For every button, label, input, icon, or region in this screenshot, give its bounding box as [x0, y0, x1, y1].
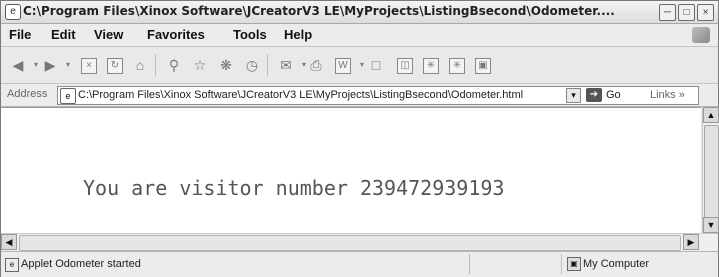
scroll-down-icon[interactable]: ▼: [703, 217, 719, 233]
home-icon[interactable]: ⌂: [131, 56, 149, 74]
minimize-button[interactable]: ─: [659, 4, 676, 21]
page-icon: e: [60, 88, 76, 104]
security-zone: My Computer: [583, 258, 650, 270]
odometer-applet-text: You are visitor number 239472939193: [83, 176, 505, 200]
toolbar: ◀ ▾ ▶ ▾ × ↻ ⌂ ⚲ ☆ ❋ ◷ ✉ ▾ ⎙ W ▾ □ ◫ ✳ ✳ …: [1, 47, 718, 84]
favorites-icon[interactable]: ☆: [191, 56, 209, 74]
edit-icon[interactable]: W: [335, 58, 351, 74]
status-divider: [561, 254, 562, 274]
go-label: Go: [606, 89, 621, 101]
status-text: Applet Odometer started: [21, 258, 141, 270]
mail-icon[interactable]: ✉: [277, 56, 295, 74]
research-icon[interactable]: ✳: [423, 58, 439, 74]
close-button[interactable]: ×: [697, 4, 714, 21]
scroll-right-icon[interactable]: ▶: [683, 234, 699, 250]
print-icon[interactable]: ⎙: [307, 56, 325, 74]
toolbar-separator: [155, 54, 156, 76]
menu-file[interactable]: File: [9, 27, 31, 42]
status-page-icon: e: [5, 258, 19, 272]
refresh-icon[interactable]: ↻: [107, 58, 123, 74]
messenger-icon[interactable]: ◫: [397, 58, 413, 74]
menu-view[interactable]: View: [94, 27, 123, 42]
discuss-icon[interactable]: □: [367, 56, 385, 74]
toolbar-separator: [267, 54, 268, 76]
menu-bar: File Edit View Favorites Tools Help: [1, 24, 718, 47]
go-arrow-icon: ➔: [586, 88, 602, 102]
menu-favorites[interactable]: Favorites: [147, 27, 205, 42]
media-icon[interactable]: ❋: [217, 56, 235, 74]
address-bar: Address e C:\Program Files\Xinox Softwar…: [1, 84, 718, 107]
vertical-scrollbar[interactable]: ▲ ▼: [702, 107, 719, 233]
links-label: Links: [650, 89, 676, 101]
status-divider: [469, 254, 470, 274]
page-content: You are visitor number 239472939193: [1, 107, 701, 234]
back-icon[interactable]: ◀: [9, 56, 27, 74]
computer-zone-icon: ▣: [567, 257, 581, 271]
menu-help[interactable]: Help: [284, 27, 312, 42]
address-url[interactable]: C:\Program Files\Xinox Software\JCreator…: [78, 89, 558, 101]
address-label: Address: [7, 88, 48, 100]
menu-tools[interactable]: Tools: [233, 27, 267, 42]
title-bar[interactable]: e C:\Program Files\Xinox Software\JCreat…: [1, 1, 718, 24]
windows-logo-icon: [692, 27, 710, 43]
menu-edit[interactable]: Edit: [51, 27, 76, 42]
browser-window: e C:\Program Files\Xinox Software\JCreat…: [0, 0, 719, 277]
history-icon[interactable]: ◷: [243, 56, 261, 74]
window-title: C:\Program Files\Xinox Software\JCreator…: [23, 4, 615, 18]
scroll-left-icon[interactable]: ◀: [1, 234, 17, 250]
forward-dropdown-icon[interactable]: ▾: [59, 56, 77, 74]
address-input[interactable]: e C:\Program Files\Xinox Software\JCreat…: [57, 86, 699, 105]
go-button[interactable]: ➔ Go: [586, 87, 621, 103]
forward-icon[interactable]: ▶: [41, 56, 59, 74]
maximize-button[interactable]: □: [678, 4, 695, 21]
applet-icon[interactable]: ✳: [449, 58, 465, 74]
stop-icon[interactable]: ×: [81, 58, 97, 74]
links-button[interactable]: Links »: [650, 89, 685, 101]
links-chevron-icon: »: [678, 89, 685, 101]
toolbar-extra-icon[interactable]: ▣: [475, 58, 491, 74]
search-icon[interactable]: ⚲: [165, 56, 183, 74]
scroll-up-icon[interactable]: ▲: [703, 107, 719, 123]
horizontal-scroll-thumb[interactable]: [19, 235, 681, 251]
horizontal-scrollbar[interactable]: ◀ ▶: [1, 233, 718, 251]
vertical-scroll-thumb[interactable]: [704, 125, 719, 219]
address-dropdown-icon[interactable]: ▾: [566, 88, 581, 103]
ie-page-icon: e: [5, 4, 21, 20]
status-bar: e Applet Odometer started ▣ My Computer: [1, 251, 718, 277]
